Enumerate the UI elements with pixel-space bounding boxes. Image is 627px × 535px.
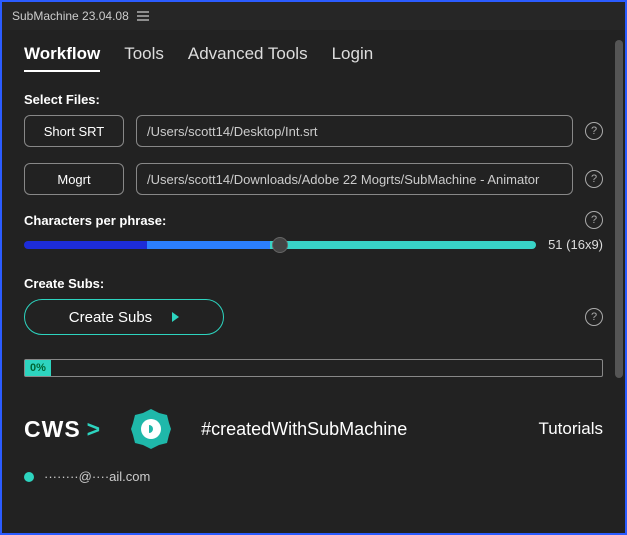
file-row-mogrt: Mogrt /Users/scott14/Downloads/Adobe 22 … bbox=[24, 163, 603, 195]
tab-bar: Workflow Tools Advanced Tools Login bbox=[24, 44, 603, 72]
status-dot-icon bbox=[24, 472, 34, 482]
hashtag: #createdWithSubMachine bbox=[201, 419, 407, 440]
tab-workflow[interactable]: Workflow bbox=[24, 44, 100, 72]
cws-text: CWS bbox=[24, 416, 81, 443]
scrollbar-thumb[interactable] bbox=[615, 40, 623, 378]
badge-icon bbox=[129, 407, 173, 451]
create-subs-label: Create Subs: bbox=[24, 276, 603, 291]
footer: CWS > #createdWithSubMachine Tutorials bbox=[24, 407, 603, 451]
app-window: SubMachine 23.04.08 Workflow Tools Advan… bbox=[0, 0, 627, 535]
file-row-srt: Short SRT /Users/scott14/Desktop/Int.srt… bbox=[24, 115, 603, 147]
titlebar: SubMachine 23.04.08 bbox=[2, 2, 625, 30]
cws-logo[interactable]: CWS > bbox=[24, 416, 101, 443]
create-subs-button[interactable]: Create Subs bbox=[24, 299, 224, 335]
create-row: Create Subs ? bbox=[24, 299, 603, 335]
tab-login[interactable]: Login bbox=[332, 44, 374, 72]
progress-bar: 0% bbox=[24, 359, 603, 377]
help-icon[interactable]: ? bbox=[585, 170, 603, 188]
short-srt-button[interactable]: Short SRT bbox=[24, 115, 124, 147]
progress-fill: 0% bbox=[25, 360, 51, 376]
play-icon bbox=[172, 312, 179, 322]
help-icon[interactable]: ? bbox=[585, 122, 603, 140]
tab-tools[interactable]: Tools bbox=[124, 44, 164, 72]
srt-path-field[interactable]: /Users/scott14/Desktop/Int.srt bbox=[136, 115, 573, 147]
tab-advanced-tools[interactable]: Advanced Tools bbox=[188, 44, 308, 72]
cpp-slider-row: 51 (16x9) bbox=[24, 237, 603, 252]
cpp-label: Characters per phrase: bbox=[24, 213, 166, 228]
menu-icon[interactable] bbox=[137, 11, 149, 21]
status-row: ········@····ail.com bbox=[24, 469, 603, 484]
mogrt-path-field[interactable]: /Users/scott14/Downloads/Adobe 22 Mogrts… bbox=[136, 163, 573, 195]
select-files-label: Select Files: bbox=[24, 92, 603, 107]
app-title: SubMachine 23.04.08 bbox=[12, 9, 129, 23]
help-icon[interactable]: ? bbox=[585, 308, 603, 326]
scrollbar[interactable] bbox=[615, 40, 623, 523]
slider-thumb[interactable] bbox=[272, 237, 288, 253]
cpp-header: Characters per phrase: ? bbox=[24, 211, 603, 229]
help-icon[interactable]: ? bbox=[585, 211, 603, 229]
tutorials-link[interactable]: Tutorials bbox=[538, 419, 603, 439]
mogrt-button[interactable]: Mogrt bbox=[24, 163, 124, 195]
status-email: ········@····ail.com bbox=[44, 469, 150, 484]
content-area: Workflow Tools Advanced Tools Login Sele… bbox=[2, 30, 625, 533]
create-subs-button-label: Create Subs bbox=[69, 309, 152, 326]
chevron-right-icon: > bbox=[87, 416, 101, 443]
cpp-slider[interactable] bbox=[24, 241, 536, 249]
cpp-value: 51 (16x9) bbox=[548, 237, 603, 252]
